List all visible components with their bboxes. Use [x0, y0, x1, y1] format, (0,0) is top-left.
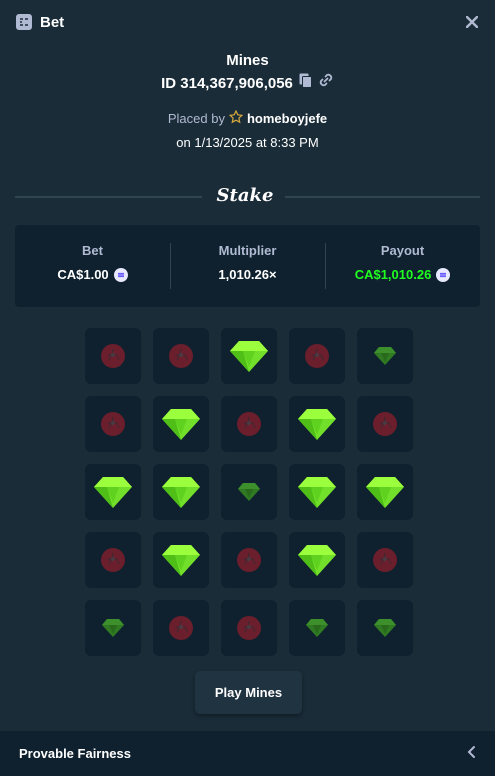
mines-tile [357, 600, 413, 656]
mines-tile [153, 532, 209, 588]
mine-icon [100, 343, 126, 369]
placed-by-label: Placed by [167, 111, 225, 126]
stat-payout: Payout CA$1,010.26 [325, 225, 480, 307]
multiplier-value: 1,010.26× [218, 267, 277, 282]
gem-icon [373, 346, 397, 366]
gem-icon [101, 618, 125, 638]
bet-value: CA$1.00 [57, 267, 109, 282]
gem-icon [161, 543, 201, 577]
mines-tile [221, 328, 277, 384]
mines-tile [289, 396, 345, 452]
mines-board [85, 328, 413, 656]
gem-icon [373, 618, 397, 638]
star-icon [228, 109, 244, 127]
chevron-left-icon[interactable] [467, 745, 477, 764]
copy-icon[interactable] [299, 72, 312, 96]
stat-multiplier: Multiplier 1,010.26× [170, 225, 325, 307]
brand-divider: Stake [15, 185, 480, 207]
mines-tile [289, 532, 345, 588]
gem-icon [237, 482, 261, 502]
provable-fairness-title: Provable Fairness [19, 746, 131, 761]
mine-icon [100, 547, 126, 573]
multiplier-label: Multiplier [218, 243, 277, 258]
mine-icon [100, 411, 126, 437]
link-icon[interactable] [318, 72, 334, 96]
mines-tile [357, 396, 413, 452]
bet-id: ID 314,367,906,056 [161, 75, 293, 92]
gem-icon [297, 543, 337, 577]
gem-icon [305, 618, 329, 638]
mines-tile [85, 396, 141, 452]
mine-icon [372, 547, 398, 573]
mines-tile [221, 396, 277, 452]
play-mines-button[interactable]: Play Mines [195, 671, 302, 714]
mines-tile [153, 464, 209, 520]
multiplier-value-row: 1,010.26× [170, 267, 325, 282]
close-icon[interactable] [463, 13, 481, 31]
game-name: Mines [226, 52, 269, 69]
mines-tile [357, 464, 413, 520]
payout-value: CA$1,010.26 [354, 267, 432, 282]
bet-slip-icon [16, 14, 32, 30]
bet-info: Mines ID 314,367,906,056 Placed by homeb… [0, 50, 495, 150]
mines-tile [221, 532, 277, 588]
gem-icon [297, 407, 337, 441]
gem-icon [365, 475, 405, 509]
username-link[interactable]: homeboyjefe [247, 111, 327, 126]
stake-logo: Stake [216, 185, 274, 206]
mines-tile [153, 396, 209, 452]
mine-icon [168, 615, 194, 641]
payout-value-row: CA$1,010.26 [325, 267, 480, 282]
gem-icon [229, 339, 269, 373]
stat-bet: Bet CA$1.00 [15, 225, 170, 307]
payout-label: Payout [380, 243, 425, 258]
gem-icon [93, 475, 133, 509]
bet-value-row: CA$1.00 [15, 267, 170, 282]
mine-icon [236, 615, 262, 641]
mines-tile [85, 464, 141, 520]
bet-label: Bet [82, 243, 103, 258]
mine-icon [372, 411, 398, 437]
divider-line-left [15, 196, 202, 198]
gem-icon [161, 475, 201, 509]
mine-icon [168, 343, 194, 369]
mines-tile [289, 600, 345, 656]
mines-tile [153, 600, 209, 656]
mines-tile [85, 532, 141, 588]
provable-fairness-bar[interactable]: Provable Fairness [0, 731, 495, 776]
bet-stats-panel: Bet CA$1.00 Multiplier 1,010.26× Payout … [15, 225, 480, 307]
mines-tile [289, 328, 345, 384]
modal-header: Bet [0, 0, 495, 44]
mines-tile [221, 464, 277, 520]
placed-by-row: Placed by homeboyjefe [0, 109, 495, 127]
currency-coin-icon [436, 267, 451, 282]
mines-tile [153, 328, 209, 384]
mine-icon [236, 547, 262, 573]
modal-title: Bet [40, 13, 65, 31]
gem-icon [161, 407, 201, 441]
bet-id-row: ID 314,367,906,056 [0, 72, 495, 96]
mines-tile [357, 532, 413, 588]
divider-line-right [285, 196, 480, 198]
bet-date: on 1/13/2025 at 8:33 PM [176, 135, 319, 150]
mines-tile [85, 600, 141, 656]
mine-icon [236, 411, 262, 437]
gem-icon [297, 475, 337, 509]
mine-icon [304, 343, 330, 369]
mines-tile [357, 328, 413, 384]
currency-coin-icon [113, 267, 128, 282]
mines-tile [221, 600, 277, 656]
mines-tile [85, 328, 141, 384]
mines-tile [289, 464, 345, 520]
